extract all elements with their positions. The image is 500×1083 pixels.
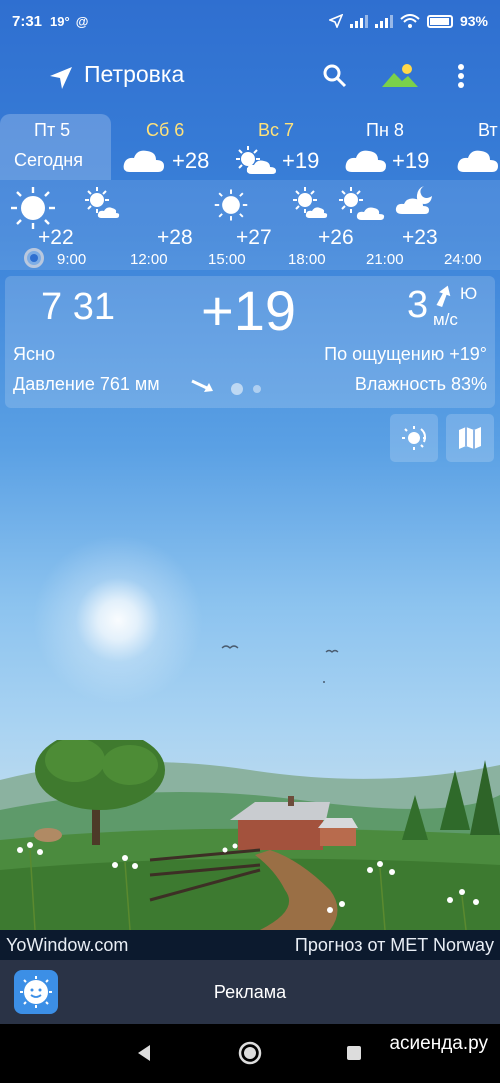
- wind-speed: 3: [407, 284, 429, 326]
- day-tab-mon[interactable]: Пн 8 +19: [340, 114, 450, 180]
- sun-cloud-icon: [293, 187, 328, 218]
- day-name: Пн 8: [366, 120, 404, 140]
- yowindow-link[interactable]: YoWindow.com: [6, 935, 128, 956]
- status-temp: 19°: [50, 13, 70, 29]
- current-time: 7 31: [41, 286, 115, 328]
- hour-time: 24:00: [444, 251, 482, 268]
- day-subtitle: Сегодня: [14, 150, 83, 170]
- city-name[interactable]: Петровка: [84, 61, 184, 88]
- map-button[interactable]: [446, 414, 494, 462]
- status-time: 7:31: [12, 12, 43, 30]
- ad-bar[interactable]: Реклама: [0, 960, 500, 1024]
- day-temp: +28: [172, 148, 210, 173]
- day-name: Вс 7: [258, 120, 295, 140]
- page-indicator: [231, 383, 261, 395]
- hour-temp: +22: [38, 226, 74, 249]
- navigation-status-icon: [328, 14, 343, 28]
- day-temp: +19: [282, 148, 320, 173]
- hourly-forecast[interactable]: +22 9:00 +28 12:00 +27 15:00 +26 18:00 +…: [0, 180, 500, 270]
- hour-time: 18:00: [288, 251, 326, 268]
- wind-direction: Ю: [460, 284, 478, 303]
- wind-unit: м/с: [433, 310, 458, 329]
- status-bar: 7:31 19° @ 93%: [0, 0, 500, 42]
- hour-time: 15:00: [208, 251, 246, 268]
- app-header: Петровка: [0, 55, 500, 99]
- day-name: Вт: [478, 120, 498, 140]
- day-tab-sat[interactable]: Сб 6 +28: [116, 114, 226, 180]
- sun-cloud-icon: [85, 187, 120, 218]
- more-vert-icon[interactable]: [456, 63, 466, 89]
- feels-like-text: По ощущению +19°: [324, 344, 487, 364]
- birds-decoration: [221, 645, 339, 683]
- sun-icon: [11, 187, 55, 229]
- wifi-icon: [400, 14, 420, 28]
- sun-icon: [214, 189, 248, 221]
- ad-label: Реклама: [213, 982, 287, 1002]
- pressure-text: Давление 761 мм: [13, 374, 160, 394]
- condition-text: Ясно: [13, 344, 55, 364]
- cloudy-icon: [457, 150, 498, 172]
- hour-temp: +27: [236, 226, 272, 249]
- day-tab-tue[interactable]: Вт: [452, 114, 500, 180]
- hour-time: 21:00: [366, 251, 404, 268]
- hour-temp: +23: [402, 226, 438, 249]
- battery-icon: [426, 14, 453, 28]
- moon-cloud-icon: [395, 186, 432, 214]
- wind-direction-arrow-icon: [436, 285, 451, 308]
- day-name: Пт 5: [34, 120, 71, 140]
- humidity-text: Влажность 83%: [354, 374, 487, 394]
- current-temperature: +19: [201, 279, 296, 342]
- hour-time: 12:00: [130, 251, 168, 268]
- day-name: Сб 6: [146, 120, 185, 140]
- landscape-icon[interactable]: [380, 61, 420, 91]
- status-at: @: [75, 13, 89, 29]
- search-icon[interactable]: [322, 63, 348, 89]
- home-icon[interactable]: [238, 1041, 262, 1065]
- sun-orbit-icon: [402, 426, 426, 450]
- cloudy-icon: [123, 150, 164, 172]
- current-time-marker: [24, 248, 44, 268]
- sun-glow: [18, 520, 218, 720]
- pressure-trend-arrow-icon: [191, 379, 213, 392]
- signal-2-icon: [374, 14, 393, 28]
- credits-bar: YoWindow.com Прогноз от MET Norway: [0, 930, 500, 960]
- sun-cloud-icon: [339, 187, 385, 220]
- watermark: асиенда.ру: [389, 1033, 488, 1054]
- landscape-scene: [0, 740, 500, 930]
- cloudy-icon: [345, 150, 386, 172]
- hour-time: 9:00: [57, 251, 87, 268]
- recents-icon[interactable]: [346, 1045, 362, 1061]
- hour-temp: +28: [157, 226, 193, 249]
- back-icon[interactable]: [136, 1044, 152, 1062]
- location-arrow-icon[interactable]: [48, 65, 74, 91]
- partly-cloudy-icon: [236, 146, 276, 174]
- battery-percent: 93%: [459, 13, 488, 29]
- current-conditions-panel[interactable]: 7 31 +19 3 Ю м/с Ясно По ощущению +19° Д…: [5, 276, 495, 408]
- hour-temp: +26: [318, 226, 354, 249]
- day-tab-sun[interactable]: Вс 7 +19: [228, 114, 336, 180]
- forecast-source-link[interactable]: Прогноз от MET Norway: [295, 935, 494, 956]
- sun-animation-button[interactable]: [390, 414, 438, 462]
- day-temp: +19: [392, 148, 430, 173]
- signal-1-icon: [349, 14, 368, 28]
- day-tab-fri[interactable]: Пт 5 Сегодня: [0, 114, 111, 180]
- day-tabs: Пт 5 Сегодня Сб 6 +28 Вс 7 +19 Пн 8 +19 …: [0, 114, 500, 180]
- map-icon: [459, 427, 481, 449]
